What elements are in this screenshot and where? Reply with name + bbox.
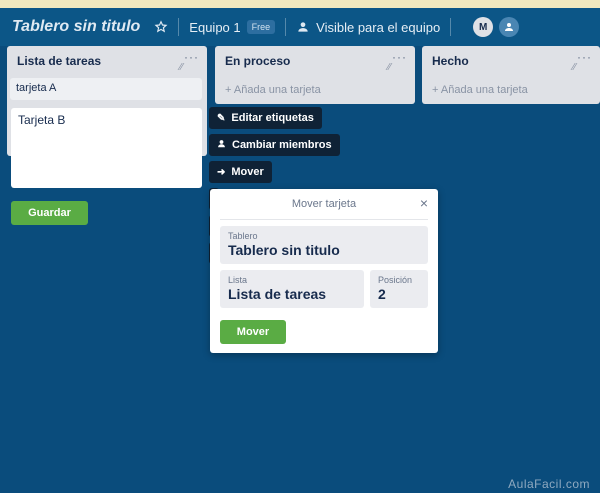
save-button[interactable]: Guardar <box>11 201 88 225</box>
position-select-value: 2 <box>378 286 386 302</box>
star-icon[interactable] <box>154 20 168 34</box>
list-hecho: Hecho ⁄⁄ ··· + Añada una tarjeta <box>422 46 600 104</box>
list-menu-icon[interactable]: ··· <box>577 50 592 64</box>
list-select-value: Lista de tareas <box>228 286 327 302</box>
board-header: Tablero sin titulo Equipo 1 Free Visible… <box>0 8 600 46</box>
top-banner-strip <box>0 0 600 8</box>
pencil-icon: ✎ <box>217 112 226 124</box>
team-visibility-icon <box>296 20 310 34</box>
list-title[interactable]: Hecho <box>432 54 469 68</box>
add-card-link[interactable]: + Añada una tarjeta <box>432 84 528 96</box>
board-select[interactable]: Tablero Tablero sin titulo <box>220 226 428 264</box>
board-select-value: Tablero sin titulo <box>228 242 340 258</box>
list-menu-icon[interactable]: ··· <box>184 50 199 64</box>
card-b-editor[interactable]: Tarjeta B <box>11 108 202 188</box>
team-name[interactable]: Equipo 1 <box>189 20 240 35</box>
position-select-label: Posición <box>378 275 413 285</box>
header-divider <box>450 18 452 36</box>
edit-labels-label: Editar etiquetas <box>231 112 314 124</box>
add-card-link[interactable]: + Añada una tarjeta <box>225 84 321 96</box>
arrow-right-icon: ➜ <box>217 166 226 178</box>
move-button[interactable]: Mover <box>220 320 286 344</box>
close-icon[interactable]: × <box>420 195 428 211</box>
dialog-title: Mover tarjeta <box>291 198 357 210</box>
change-members-label: Cambiar miembros <box>232 139 332 151</box>
list-resize-icon: ⁄⁄ <box>572 62 576 73</box>
board-title[interactable]: Tablero sin titulo <box>12 18 140 36</box>
add-member-icon[interactable] <box>499 17 520 37</box>
card-a[interactable]: tarjeta A <box>10 78 202 100</box>
list-resize-icon: ⁄⁄ <box>179 62 183 73</box>
header-divider <box>178 18 180 36</box>
list-title[interactable]: En proceso <box>225 54 290 68</box>
edit-labels-button[interactable]: ✎ Editar etiquetas <box>209 107 322 129</box>
dialog-divider <box>220 219 428 220</box>
move-card-dialog: Mover tarjeta × Tablero Tablero sin titu… <box>210 189 438 353</box>
team-plan-badge: Free <box>246 20 276 34</box>
list-select[interactable]: Lista Lista de tareas <box>220 270 364 308</box>
list-resize-icon: ⁄⁄ <box>387 62 391 73</box>
header-divider <box>285 18 287 36</box>
list-select-label: Lista <box>228 275 248 285</box>
member-icon <box>217 139 226 151</box>
list-menu-icon[interactable]: ··· <box>392 50 407 64</box>
move-quick-button[interactable]: ➜ Mover <box>209 161 272 183</box>
list-title[interactable]: Lista de tareas <box>17 54 101 68</box>
list-en-proceso: En proceso ⁄⁄ ··· + Añada una tarjeta <box>215 46 415 104</box>
board-select-label: Tablero <box>228 231 258 241</box>
position-select[interactable]: Posición 2 <box>370 270 428 308</box>
visibility-label: Visible para el equipo <box>316 19 441 35</box>
change-members-button[interactable]: Cambiar miembros <box>209 134 340 156</box>
avatar[interactable]: M <box>473 17 494 37</box>
watermark-logo: AulaFacil.com <box>508 477 590 491</box>
move-quick-label: Mover <box>231 166 264 178</box>
visibility-button[interactable]: Visible para el equipo <box>296 20 440 35</box>
